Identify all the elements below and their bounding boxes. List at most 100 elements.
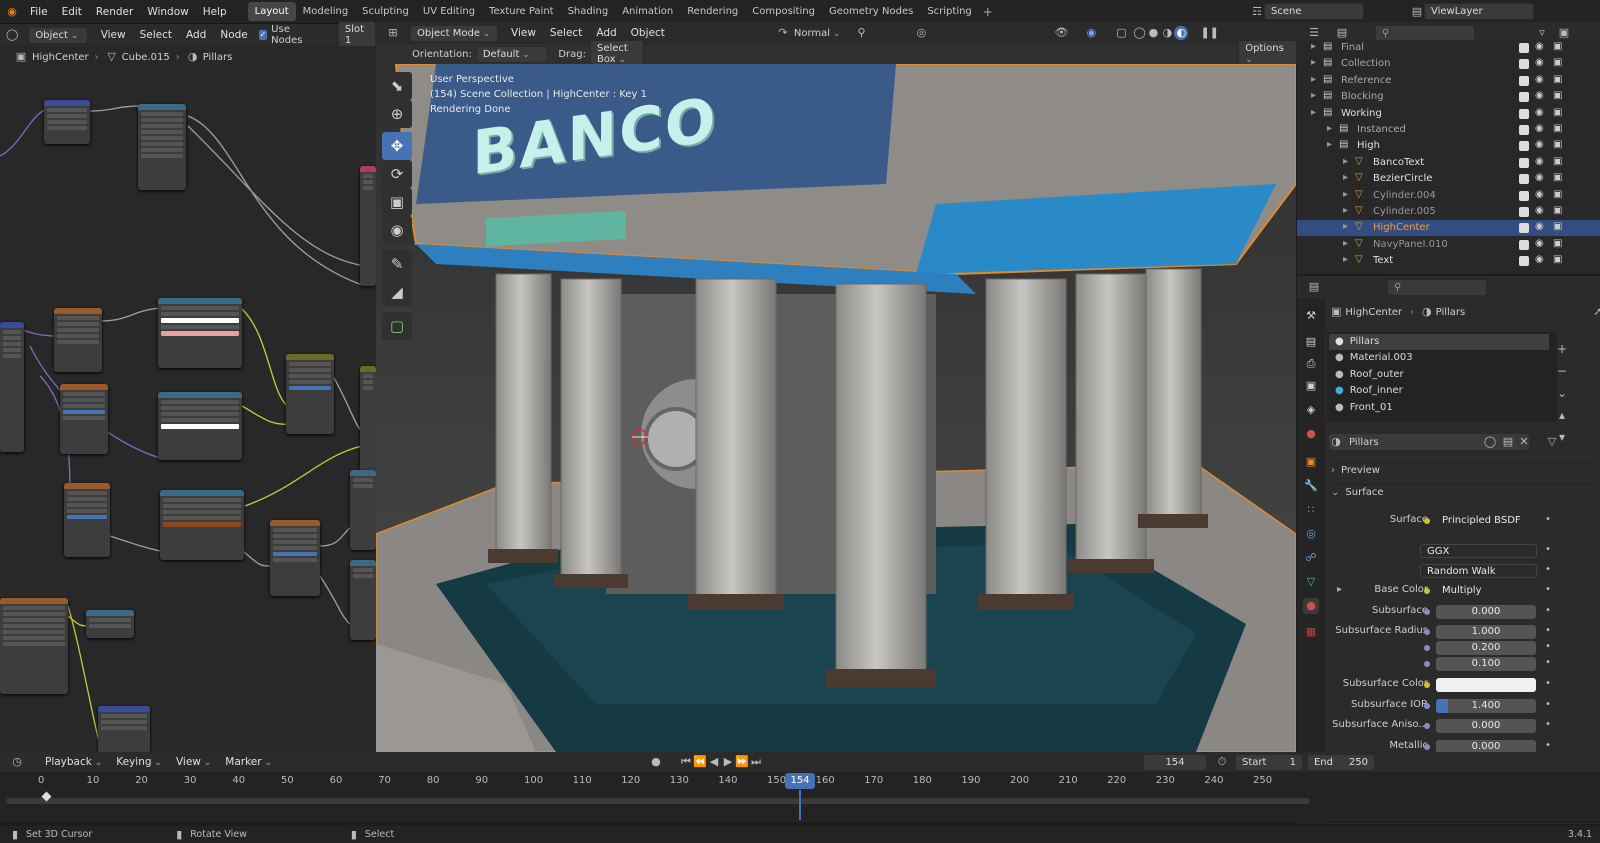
menu-file[interactable]: File [23, 6, 55, 18]
view-layer-selector[interactable]: ▤ ViewLayer [1410, 3, 1534, 20]
node-voronoi[interactable] [54, 308, 102, 372]
orientation-dropdown[interactable]: Default [475, 45, 549, 63]
scene-selector[interactable]: ☶ Scene [1250, 3, 1364, 20]
play-icon[interactable]: ▶ [721, 755, 735, 769]
render-visibility-icon[interactable]: ▣ [1553, 221, 1562, 232]
material-slots-list[interactable]: ● Pillars ● Material.003 ● Roof_outer ● Roof_in… [1327, 332, 1557, 422]
expand-arrow-icon[interactable]: ▸ [1337, 584, 1342, 595]
tab-sculpting[interactable]: Sculpting [355, 2, 416, 21]
new-collection-icon[interactable]: ▣ [1557, 26, 1571, 40]
visibility-checkbox[interactable] [1519, 190, 1529, 201]
shading-material-icon[interactable]: ◑ [1160, 26, 1174, 40]
snap-icon[interactable]: ⚲ [854, 26, 868, 40]
view-layer-tab-icon[interactable]: ▣ [1303, 378, 1319, 394]
tool-tab-icon[interactable]: ⚒ [1303, 308, 1319, 324]
material-slot[interactable]: ● Front_01 [1329, 400, 1549, 416]
filter-icon[interactable]: ▿ [1535, 26, 1549, 40]
menu-render[interactable]: Render [89, 6, 140, 18]
eye-icon[interactable]: ◉ [1535, 107, 1544, 118]
slot-link-icon[interactable]: ▽ [1545, 435, 1559, 449]
tab-rendering[interactable]: Rendering [680, 2, 745, 21]
eye-icon[interactable]: ◉ [1535, 172, 1544, 183]
render-visibility-icon[interactable]: ▣ [1553, 238, 1562, 249]
outliner-row[interactable]: ▸ ▤ High ◉ ▣ [1297, 138, 1600, 154]
node-right-partial-4[interactable] [350, 560, 376, 640]
preview-panel-header[interactable]: › Preview [1331, 462, 1591, 478]
node-normal-map[interactable] [98, 706, 150, 754]
expand-arrow-icon[interactable]: ▸ [1311, 90, 1316, 101]
socket-dot[interactable] [1424, 723, 1430, 729]
render-visibility-icon[interactable]: ▣ [1553, 189, 1562, 200]
keyframe-dot-icon[interactable]: • [1545, 584, 1551, 595]
node-editor-canvas[interactable] [0, 46, 376, 754]
current-frame-field[interactable]: 154 [1142, 753, 1207, 771]
eye-icon[interactable]: ◉ [1535, 139, 1544, 150]
visibility-checkbox[interactable] [1519, 141, 1529, 152]
view-layer-name[interactable]: ViewLayer [1424, 3, 1534, 20]
jump-start-icon[interactable]: ⏮ [679, 755, 693, 769]
select-box-tool-icon[interactable]: ⬊ [382, 72, 412, 100]
play-reverse-icon[interactable]: ◀ [707, 755, 721, 769]
modifier-tab-icon[interactable]: 🔧 [1303, 478, 1319, 494]
use-nodes-checkbox[interactable]: ✓ [258, 30, 268, 40]
start-frame-field[interactable]: Start 1 [1234, 753, 1303, 771]
visibility-checkbox[interactable] [1519, 43, 1529, 53]
shading-solid-icon[interactable]: ● [1146, 26, 1160, 40]
eye-icon[interactable]: ◉ [1535, 41, 1544, 52]
outliner-row[interactable]: ▸ ▤ Reference ◉ ▣ [1297, 73, 1600, 89]
rotate-tool-icon[interactable]: ⟳ [382, 160, 412, 188]
node-noise-3[interactable] [270, 520, 320, 596]
material-browse-icon[interactable]: ◑ [1329, 435, 1343, 449]
node-noise-1[interactable] [60, 384, 108, 454]
node-menu-select[interactable]: Select [133, 29, 179, 41]
expand-arrow-icon[interactable]: ▸ [1311, 57, 1316, 68]
slot-dropdown[interactable]: Slot 1 [337, 21, 376, 49]
eye-icon[interactable]: ◉ [1535, 74, 1544, 85]
prop-field-8[interactable] [1436, 678, 1536, 692]
material-name-field[interactable]: Pillars [1349, 437, 1379, 448]
expand-arrow-icon[interactable]: ▸ [1327, 123, 1332, 134]
menu-help[interactable]: Help [196, 6, 234, 18]
keyframe-dot-icon[interactable]: • [1545, 657, 1551, 668]
keyframe-dot-icon[interactable]: • [1545, 699, 1551, 710]
visibility-checkbox[interactable] [1519, 92, 1529, 103]
outliner-row[interactable]: ▸ ▤ Instanced ◉ ▣ [1297, 122, 1600, 138]
menu-window[interactable]: Window [140, 6, 195, 18]
prop-field-10[interactable]: 0.000 [1436, 719, 1536, 733]
render-visibility-icon[interactable]: ▣ [1553, 205, 1562, 216]
shading-rendered-icon[interactable]: ◐ [1174, 26, 1189, 40]
end-frame-field[interactable]: End 250 [1306, 753, 1375, 771]
record-icon[interactable]: ● [649, 755, 663, 769]
node-menu-add[interactable]: Add [179, 29, 213, 41]
move-slot-up-icon[interactable]: ▴ [1553, 404, 1571, 426]
socket-dot[interactable] [1424, 609, 1430, 615]
scene-name[interactable]: Scene [1264, 3, 1364, 20]
outliner-row[interactable]: ▸ ▤ Collection ◉ ▣ [1297, 56, 1600, 72]
outliner-row[interactable]: ▸ ▤ Final ◉ ▣ [1297, 40, 1600, 56]
prop-field-4[interactable]: 0.000 [1436, 605, 1536, 619]
expand-arrow-icon[interactable]: ▸ [1343, 172, 1348, 183]
visibility-checkbox[interactable] [1519, 223, 1529, 234]
tab-geometry-nodes[interactable]: Geometry Nodes [822, 2, 920, 21]
menu-edit[interactable]: Edit [55, 6, 89, 18]
render-tab-icon[interactable]: ▤ [1303, 334, 1319, 350]
keyframe-dot-icon[interactable]: • [1545, 625, 1551, 636]
unlink-material-icon[interactable]: ✕ [1517, 435, 1531, 449]
visibility-checkbox[interactable] [1519, 108, 1529, 119]
outliner-row[interactable]: ▸ ▤ Working ◉ ▣ [1297, 106, 1600, 122]
expand-arrow-icon[interactable]: ▸ [1311, 107, 1316, 118]
timeline-menu-keying[interactable]: Keying [109, 756, 169, 768]
render-visibility-icon[interactable]: ▣ [1553, 156, 1562, 167]
3d-viewport[interactable]: BANCO User Perspective (154) Scene Colle… [376, 64, 1296, 752]
visibility-checkbox[interactable] [1519, 256, 1529, 267]
expand-arrow-icon[interactable]: ▸ [1311, 41, 1316, 52]
mode-dropdown[interactable]: Object Mode [410, 24, 498, 42]
shading-wire-icon[interactable]: ◯ [1132, 26, 1146, 40]
prop-field-1[interactable]: GGX [1420, 544, 1537, 558]
pin-icon[interactable]: ➚ [1593, 305, 1600, 319]
scale-tool-icon[interactable]: ▣ [382, 188, 412, 216]
eye-icon[interactable]: ◉ [1535, 57, 1544, 68]
timeline-editor-icon[interactable]: ◷ [10, 755, 24, 769]
visibility-checkbox[interactable] [1519, 59, 1529, 70]
keyframe-dot-icon[interactable]: • [1545, 544, 1551, 555]
